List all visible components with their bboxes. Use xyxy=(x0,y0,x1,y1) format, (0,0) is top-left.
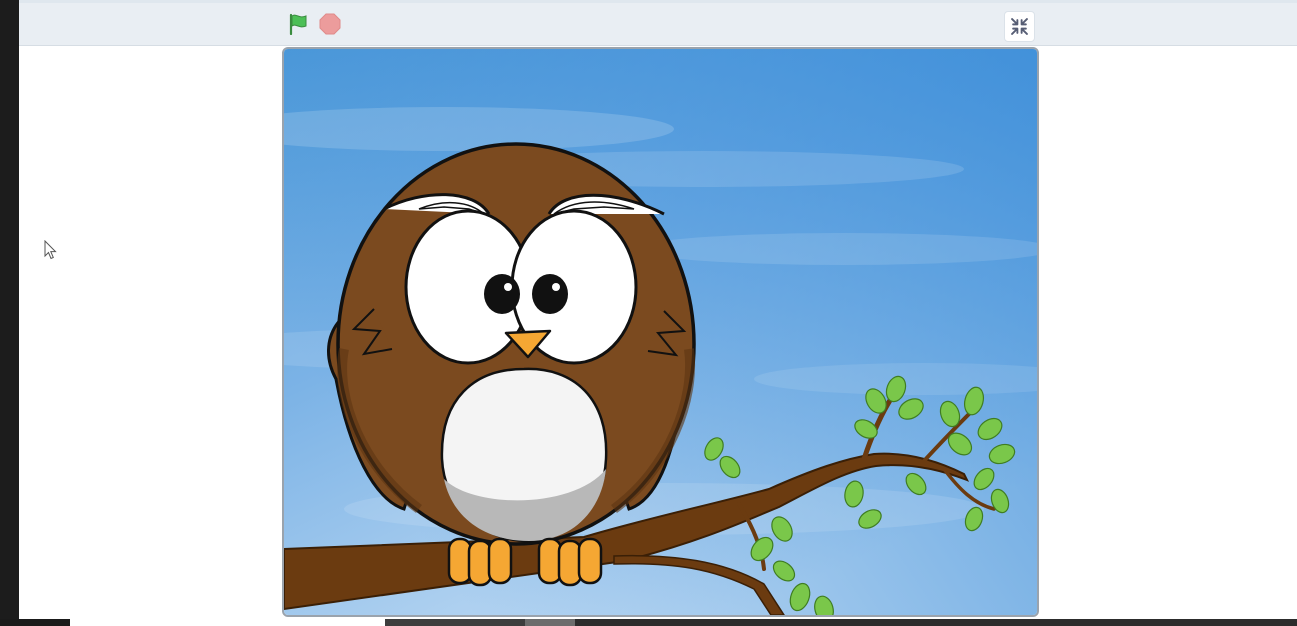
mouse-cursor-icon xyxy=(44,240,57,260)
stop-button[interactable] xyxy=(317,11,343,37)
unfullscreen-button[interactable] xyxy=(1004,11,1035,42)
stop-icon xyxy=(319,13,341,35)
left-window-edge xyxy=(0,0,19,626)
green-flag-icon xyxy=(289,13,307,35)
bottom-window-edge xyxy=(0,619,1297,626)
stage-toolbar xyxy=(19,0,1297,46)
stage-canvas[interactable] xyxy=(282,47,1039,617)
stage-scene xyxy=(284,49,1037,615)
unfullscreen-icon xyxy=(1011,18,1028,35)
green-flag-button[interactable] xyxy=(285,11,311,37)
